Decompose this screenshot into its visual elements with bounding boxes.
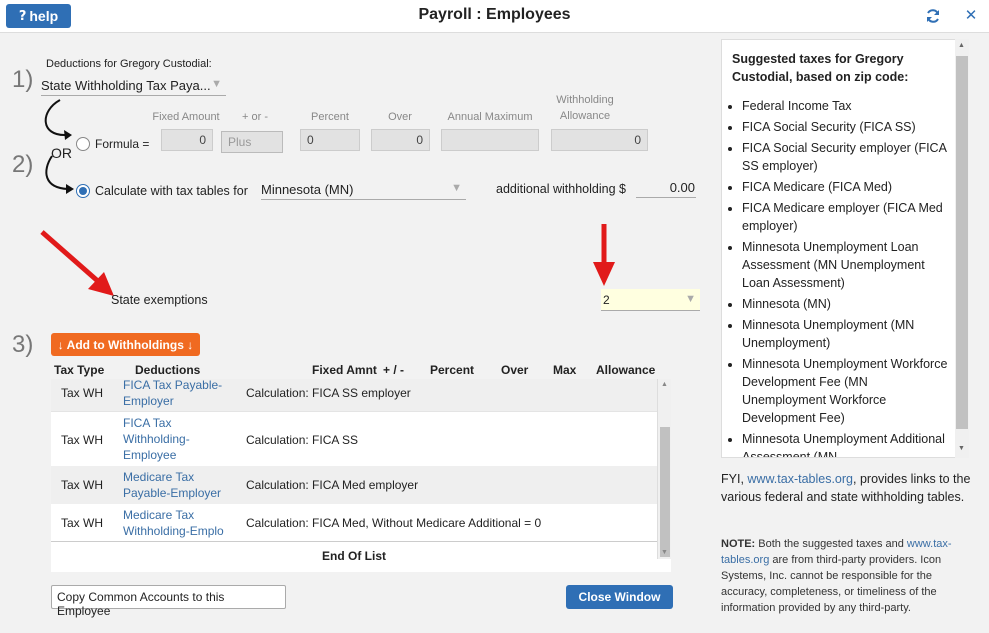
suggested-taxes-panel: Suggested taxes for Gregory Custodial, b… xyxy=(721,39,969,458)
scroll-up-icon[interactable]: ▲ xyxy=(958,42,965,49)
row-deduction-link[interactable]: FICA Tax Withholding-Employee xyxy=(123,415,233,463)
col-fixed-amount: Fixed Amount xyxy=(152,111,220,123)
table-row[interactable]: Tax WH FICA Tax Withholding-Employee Cal… xyxy=(51,411,657,466)
tax-tables-link[interactable]: www.tax-tables.org xyxy=(747,472,853,486)
row-tax-type: Tax WH xyxy=(61,478,103,492)
suggested-taxes-heading: Suggested taxes for Gregory Custodial, b… xyxy=(732,52,909,84)
caret-down-icon: ▼ xyxy=(685,293,696,305)
formula-radio[interactable] xyxy=(76,137,90,151)
state-select-value: Minnesota (MN) xyxy=(261,182,354,197)
row-tax-type: Tax WH xyxy=(61,386,103,400)
state-select[interactable]: Minnesota (MN) ▼ xyxy=(261,180,466,200)
calc-tax-tables-label: Calculate with tax tables for xyxy=(95,184,248,198)
list-item: FICA Social Security (FICA SS) xyxy=(742,118,954,136)
list-item: Minnesota Unemployment Workforce Develop… xyxy=(742,355,954,427)
th-max: Max xyxy=(553,363,577,377)
calc-tax-tables-radio[interactable] xyxy=(76,184,90,198)
close-window-button[interactable]: Close Window xyxy=(566,585,673,609)
withholdings-table: Tax WH FICA Tax Payable-Employer Calcula… xyxy=(51,379,671,572)
row-deduction-link[interactable]: Medicare Tax Payable-Employer xyxy=(123,469,233,501)
col-percent: Percent xyxy=(311,111,349,123)
suggested-taxes-list: Federal Income Tax FICA Social Security … xyxy=(722,97,954,457)
row-tax-type: Tax WH xyxy=(61,516,103,530)
fyi-prefix: FYI, xyxy=(721,472,744,486)
percent-field[interactable]: 0 xyxy=(300,129,360,151)
end-of-list: End Of List xyxy=(322,549,386,563)
th-over: Over xyxy=(501,363,529,377)
or-label: OR xyxy=(51,145,72,161)
caret-down-icon: ▼ xyxy=(451,182,462,194)
refresh-icon[interactable] xyxy=(925,8,941,24)
annual-max-field[interactable] xyxy=(441,129,539,151)
state-exemptions-value: 2 xyxy=(603,293,610,307)
list-item: FICA Social Security employer (FICA SS e… xyxy=(742,139,954,175)
window-title: Payroll : Employees xyxy=(418,6,571,23)
allowance-field[interactable]: 0 xyxy=(551,129,648,151)
list-item: Minnesota Unemployment (MN Unemployment) xyxy=(742,316,954,352)
col-allowance-line2: Allowance xyxy=(559,110,611,122)
state-exemptions-label: State exemptions xyxy=(111,293,208,307)
deduction-select-value: State Withholding Tax Paya... xyxy=(41,78,211,93)
step-1-number: 1) xyxy=(12,66,34,93)
table-row[interactable]: Tax WH FICA Tax Payable-Employer Calcula… xyxy=(51,379,657,411)
red-arrow-icon xyxy=(593,224,615,286)
copy-common-accounts-button[interactable]: Copy Common Accounts to this Employee xyxy=(51,585,286,618)
formula-label: Formula = xyxy=(95,137,150,151)
col-allowance-line1: Withholding xyxy=(556,94,614,106)
list-item: FICA Medicare employer (FICA Med employe… xyxy=(742,199,954,235)
col-annual-maximum: Annual Maximum xyxy=(447,111,533,123)
scroll-down-icon[interactable]: ▼ xyxy=(661,549,668,556)
row-deduction-link[interactable]: Medicare Tax Withholding-Emplo xyxy=(123,507,228,539)
list-item: Minnesota Unemployment Additional Assess… xyxy=(742,430,954,457)
row-calculation: Calculation: FICA Med employer xyxy=(246,478,419,492)
table-row[interactable]: Tax WH Medicare Tax Withholding-Emplo Cal… xyxy=(51,504,657,542)
row-calculation: Calculation: FICA SS employer xyxy=(246,386,411,400)
list-item: Minnesota Unemployment Loan Assessment (… xyxy=(742,238,954,292)
note-text: NOTE: Both the suggested taxes and www.t… xyxy=(721,536,971,616)
fyi-text: FYI, www.tax-tables.org, provides links … xyxy=(721,470,971,506)
table-scrollbar[interactable]: ▲ ▼ xyxy=(657,379,671,559)
row-calculation: Calculation: FICA SS xyxy=(246,433,359,447)
fixed-amount-field[interactable]: 0 xyxy=(161,129,213,151)
th-percent: Percent xyxy=(430,363,475,377)
table-row[interactable]: Tax WH Medicare Tax Payable-Employer Cal… xyxy=(51,466,657,504)
col-plus-minus: + or - xyxy=(242,111,268,123)
col-over: Over xyxy=(388,111,412,123)
list-item: FICA Medicare (FICA Med) xyxy=(742,178,954,196)
note-label: NOTE: xyxy=(721,538,756,550)
scroll-down-icon[interactable]: ▼ xyxy=(958,445,965,452)
red-arrow-icon xyxy=(40,230,114,296)
plus-minus-field[interactable]: Plus xyxy=(221,131,283,153)
th-fixed-amnt: Fixed Amnt xyxy=(312,363,377,377)
add-to-withholdings-button[interactable]: ↓ Add to Withholdings ↓ xyxy=(51,333,200,356)
additional-withholding-label: additional withholding $ xyxy=(496,182,626,196)
table-scrollbar-thumb[interactable] xyxy=(660,427,670,557)
caret-down-icon: ▼ xyxy=(211,78,222,90)
deductions-caption: Deductions for Gregory Custodial: xyxy=(46,58,212,70)
list-item: Minnesota (MN) xyxy=(742,295,954,313)
th-allowance: Allowance xyxy=(596,363,656,377)
row-tax-type: Tax WH xyxy=(61,433,103,447)
row-calculation: Calculation: FICA Med, Without Medicare … xyxy=(246,516,542,530)
th-tax-type: Tax Type xyxy=(54,363,105,377)
deduction-select[interactable]: State Withholding Tax Paya... ▼ xyxy=(41,76,226,96)
additional-withholding-input[interactable]: 0.00 xyxy=(636,178,696,198)
list-item: Federal Income Tax xyxy=(742,97,954,115)
close-icon[interactable]: ✕ xyxy=(964,8,978,24)
panel-scrollbar-thumb[interactable] xyxy=(956,56,968,429)
step-3-number: 3) xyxy=(12,331,34,358)
th-deductions: Deductions xyxy=(135,363,201,377)
th-plus-minus: + / - xyxy=(383,363,405,377)
note-part1: Both the suggested taxes and xyxy=(758,538,904,550)
state-exemptions-select[interactable]: 2 ▼ xyxy=(601,289,700,311)
step-2-number: 2) xyxy=(12,151,34,178)
scroll-up-icon[interactable]: ▲ xyxy=(661,381,668,388)
row-deduction-link[interactable]: FICA Tax Payable-Employer xyxy=(123,379,233,409)
over-field[interactable]: 0 xyxy=(371,129,430,151)
panel-scrollbar[interactable]: ▲ ▼ xyxy=(955,39,969,458)
